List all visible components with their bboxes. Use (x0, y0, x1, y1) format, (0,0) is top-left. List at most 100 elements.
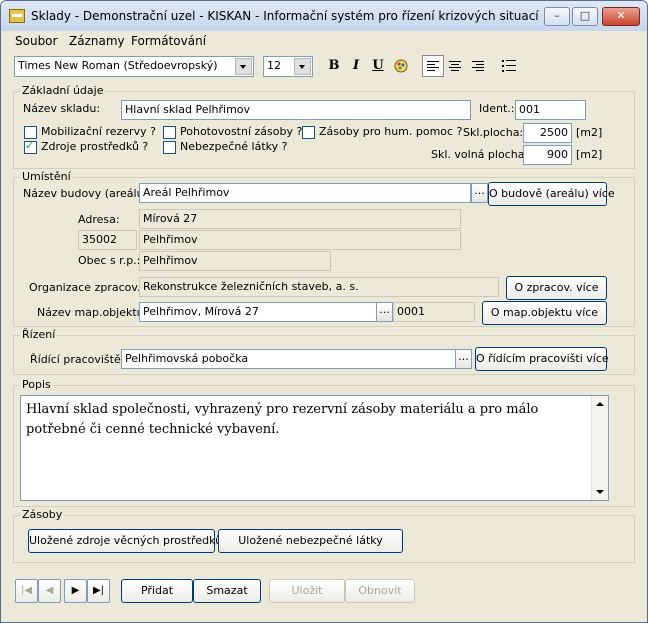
organizace-zpracov-value: Rekonstrukce železničních staveb, a. s. (143, 280, 359, 293)
format-brush-icon (394, 59, 408, 73)
align-right-button[interactable] (467, 55, 489, 77)
psc-field: 35002 (78, 230, 137, 250)
nazev-map-objektu-field[interactable]: Pelhřimov, Mírová 27 (139, 302, 377, 322)
font-size-value: 12 (267, 59, 281, 72)
font-size-select[interactable]: 12 (263, 56, 313, 77)
nazev-skladu-value: Hlavní sklad Pelhřimov (125, 103, 251, 116)
organizace-zpracov-field: Rekonstrukce železničních staveb, a. s. (139, 277, 499, 297)
adresa-label: Adresa: (78, 213, 120, 226)
underline-button[interactable]: U (367, 55, 389, 77)
menu-bar: Soubor Záznamy Formátování (1, 31, 647, 50)
close-icon: ✕ (616, 9, 626, 22)
nazev-map-objektu-value: Pelhřimov, Mírová 27 (143, 305, 259, 318)
format-brush-button[interactable] (390, 55, 412, 77)
menu-formatovani[interactable]: Formátování (131, 34, 206, 48)
ulozene-nebezpecne-latky-button[interactable]: Uložené nebezpečné látky (218, 529, 403, 553)
scroll-up-icon[interactable] (592, 396, 608, 412)
title-bar: Sklady - Demonstrační uzel - KISKAN - In… (1, 1, 647, 32)
obec-rp-value: Pelhřimov (143, 254, 198, 267)
group-legend: Základní údaje (20, 84, 106, 97)
menu-soubor[interactable]: Soubor (15, 34, 57, 48)
first-record-button[interactable]: |◀ (15, 579, 38, 603)
popis-text: Hlavní sklad společnosti, vyhrazený pro … (26, 402, 539, 437)
popis-textarea[interactable]: Hlavní sklad společnosti, vyhrazený pro … (20, 395, 609, 501)
font-select[interactable]: Times New Roman (Středoevropský) (14, 56, 254, 77)
scroll-down-icon[interactable] (592, 484, 608, 500)
nazev-skladu-label: Název skladu: (23, 102, 101, 115)
ident-value: 001 (519, 103, 540, 116)
skl-plocha-label: Skl.plocha: (463, 126, 524, 139)
skl-volna-plocha-field[interactable]: 900 (523, 145, 572, 165)
checkbox-zasoby-hum-pomoc[interactable] (302, 126, 315, 139)
skl-plocha-unit: [m2] (576, 126, 603, 139)
pridat-button[interactable]: Přidat (121, 579, 193, 603)
smazat-button[interactable]: Smazat (193, 579, 261, 603)
ridici-pracoviste-value: Pelhřimovská pobočka (125, 352, 249, 365)
skl-plocha-field[interactable]: 2500 (523, 123, 572, 143)
o-zpracov-vice-button[interactable]: O zpracov. více (506, 276, 607, 300)
o-budove-vice-button[interactable]: O budově (areálu) více (488, 182, 615, 206)
previous-record-button[interactable]: ◀ (38, 579, 61, 603)
obec-field: Pelhřimov (139, 230, 461, 250)
skl-volna-plocha-label: Skl. volná plocha: (431, 148, 529, 161)
nazev-map-objektu-label: Název map.objektu: (37, 306, 148, 319)
psc-value: 35002 (82, 233, 117, 246)
map-objektu-code-field: 0001 (393, 302, 475, 322)
window-title: Sklady - Demonstrační uzel - KISKAN - In… (31, 9, 539, 23)
minimize-button[interactable]: – (544, 7, 570, 26)
record-navigation: |◀ ◀ ▶ ▶| Přidat Smazat Uložit Obnovit (9, 579, 639, 605)
obnovit-button[interactable]: Obnovit (345, 579, 415, 603)
ridici-pracoviste-field[interactable]: Pelhřimovská pobočka (121, 349, 456, 369)
app-window: Sklady - Demonstrační uzel - KISKAN - In… (0, 0, 648, 623)
group-legend: Řízení (20, 328, 58, 341)
align-center-icon (449, 61, 461, 73)
ridici-pracoviste-label: Řídící pracoviště: (30, 353, 125, 366)
chevron-down-icon[interactable] (235, 58, 252, 75)
next-record-button[interactable]: ▶ (64, 579, 87, 603)
ulozit-button[interactable]: Uložit (269, 579, 345, 603)
o-map-objektu-vice-button[interactable]: O map.objektu více (482, 301, 607, 325)
ridici-pracoviste-browse-button[interactable]: ... (455, 349, 472, 369)
align-left-button[interactable] (422, 55, 444, 77)
nebezpecne-latky-label: Nebezpečné látky ? (180, 140, 288, 153)
last-record-button[interactable]: ▶| (87, 579, 110, 603)
obec-rp-label: Obec s r.p.: (78, 254, 141, 267)
skl-plocha-value: 2500 (540, 126, 568, 139)
app-icon (9, 9, 25, 23)
nazev-budovy-field[interactable]: Areál Pelhřimov (139, 183, 471, 203)
checkbox-zdroje-prostredku[interactable] (24, 139, 37, 154)
align-center-button[interactable] (444, 55, 466, 77)
bullet-list-icon (502, 60, 516, 72)
zdroje-prostredku-label: Zdroje prostředků ? (41, 140, 149, 153)
pohotovostni-zasoby-label: Pohotovostní zásoby ? (180, 125, 303, 138)
bullet-list-button[interactable] (498, 55, 520, 77)
map-objektu-code-value: 0001 (397, 305, 425, 318)
close-button[interactable]: ✕ (602, 7, 640, 26)
nazev-budovy-value: Areál Pelhřimov (143, 186, 230, 199)
menu-zaznamy[interactable]: Záznamy (69, 34, 125, 48)
group-legend: Zásoby (20, 508, 65, 521)
font-select-value: Times New Roman (Středoevropský) (18, 59, 218, 72)
group-legend: Umístění (20, 170, 73, 183)
bold-button[interactable]: B (323, 55, 345, 77)
o-ridicim-pracovisti-vice-button[interactable]: O řídícím pracovišti více (475, 347, 609, 371)
mobilizacni-rezervy-label: Mobilizační rezervy ? (41, 125, 156, 138)
ident-label: Ident.: (479, 102, 515, 115)
popis-scrollbar[interactable] (591, 396, 608, 500)
adresa-field: Mírová 27 (139, 209, 461, 229)
nazev-budovy-label: Název budovy (areálu) (23, 187, 148, 200)
map-objektu-browse-button[interactable]: ... (376, 302, 393, 322)
nazev-budovy-browse-button[interactable]: ... (471, 183, 488, 203)
italic-button[interactable]: I (345, 55, 367, 77)
checkbox-nebezpecne-latky[interactable] (163, 141, 176, 154)
checkbox-mobilizacni-rezervy[interactable] (24, 126, 37, 139)
checkbox-pohotovostni-zasoby[interactable] (163, 126, 176, 139)
group-legend: Popis (20, 378, 53, 391)
nazev-skladu-field[interactable]: Hlavní sklad Pelhřimov (121, 100, 471, 120)
skl-volna-plocha-unit: [m2] (576, 148, 603, 161)
maximize-button[interactable]: □ (572, 7, 598, 26)
ident-field[interactable]: 001 (515, 100, 586, 120)
ulozene-zdroje-button[interactable]: Uložené zdroje věcných prostředků (28, 529, 222, 553)
align-right-icon (472, 61, 484, 73)
chevron-down-icon[interactable] (294, 58, 311, 75)
